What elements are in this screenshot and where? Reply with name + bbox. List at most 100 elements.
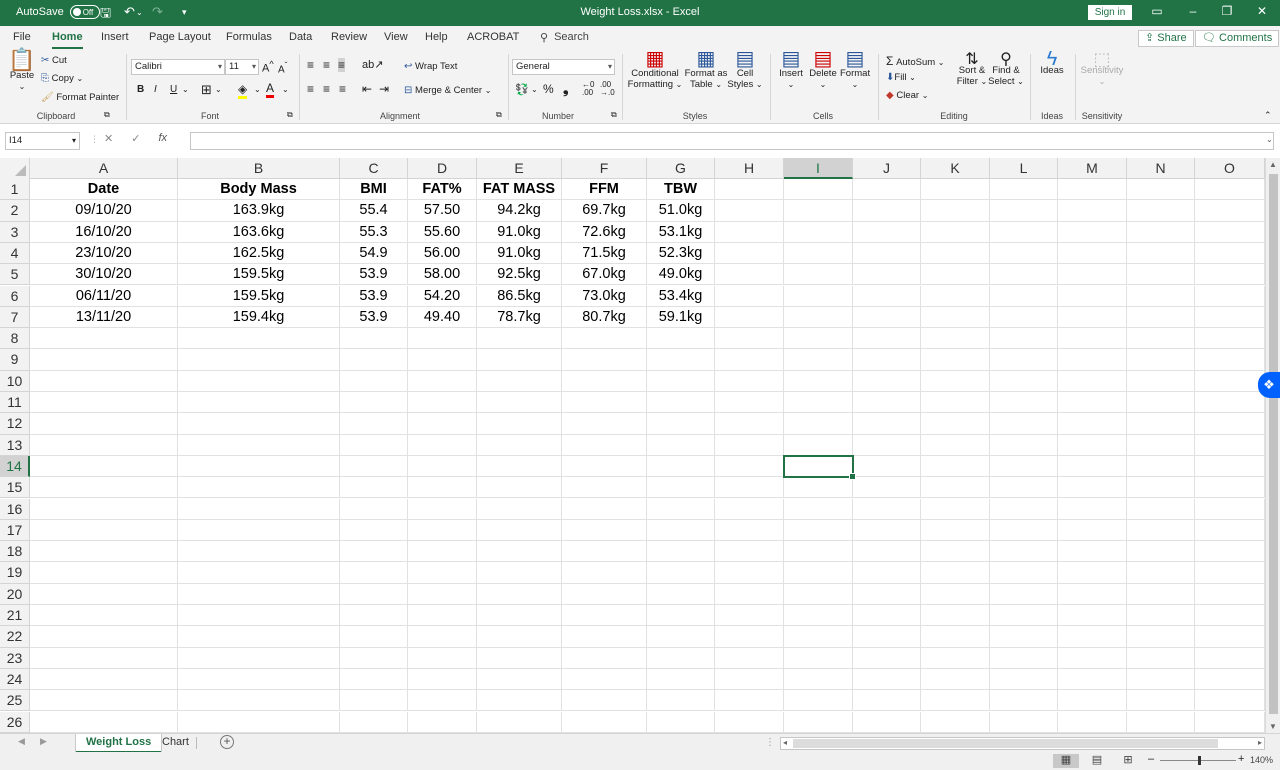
cell-o3[interactable] — [1195, 221, 1265, 243]
cell-n7[interactable] — [1127, 306, 1195, 329]
column-header-k[interactable]: K — [921, 158, 990, 179]
fill-color-icon[interactable]: ◈ — [238, 82, 248, 99]
cell-d10[interactable] — [408, 370, 477, 392]
format-painter-button[interactable]: 🖌 Format Painter — [41, 92, 119, 103]
orientation-icon[interactable]: ab↗ — [362, 58, 383, 71]
cell-styles-button[interactable]: ▤ Cell Styles ⌄ — [727, 49, 763, 90]
cell-m22[interactable] — [1058, 626, 1127, 648]
cell-j20[interactable] — [853, 583, 921, 605]
cell-g12[interactable] — [647, 413, 715, 435]
insert-cells-button[interactable]: ▤ Insert ⌄ — [776, 49, 806, 90]
cell-g22[interactable] — [647, 626, 715, 648]
decrease-indent-icon[interactable]: ⇤ — [362, 82, 372, 96]
cell-c14[interactable] — [340, 455, 408, 478]
normal-view-icon[interactable]: ▦ — [1053, 754, 1079, 768]
cell-c15[interactable] — [340, 477, 408, 499]
cell-k1[interactable] — [921, 179, 990, 201]
cell-b9[interactable] — [178, 349, 340, 371]
cell-a10[interactable] — [30, 370, 178, 392]
cell-l15[interactable] — [990, 477, 1058, 499]
column-header-g[interactable]: G — [647, 158, 715, 179]
cell-e4[interactable]: 91.0kg — [477, 242, 562, 265]
row-header[interactable]: 9 — [0, 349, 30, 371]
share-button[interactable]: ⇪ Share — [1138, 30, 1194, 47]
cell-f19[interactable] — [562, 562, 647, 584]
cell-o25[interactable] — [1195, 690, 1265, 712]
name-box[interactable]: I14 ▾ — [5, 132, 80, 150]
sort-filter-button[interactable]: ⇅ Sort & Filter ⌄ — [955, 52, 989, 88]
cell-n9[interactable] — [1127, 349, 1195, 371]
cell-c5[interactable]: 53.9 — [340, 264, 408, 286]
cell-l9[interactable] — [990, 349, 1058, 371]
cell-k4[interactable] — [921, 242, 990, 265]
formula-input[interactable] — [190, 132, 1274, 150]
cell-d4[interactable]: 56.00 — [408, 242, 477, 265]
row-header[interactable]: 25 — [0, 690, 30, 712]
row-header[interactable]: 3 — [0, 221, 30, 243]
cell-d25[interactable] — [408, 690, 477, 712]
cell-i2[interactable] — [784, 200, 853, 222]
undo-icon[interactable]: ↶ — [124, 4, 135, 20]
cell-n6[interactable] — [1127, 285, 1195, 307]
cell-a18[interactable] — [30, 541, 178, 563]
cell-b10[interactable] — [178, 370, 340, 392]
cell-l11[interactable] — [990, 392, 1058, 414]
cell-c21[interactable] — [340, 605, 408, 627]
cell-h1[interactable] — [715, 179, 784, 201]
cell-b4[interactable]: 162.5kg — [178, 242, 340, 265]
merge-center-button[interactable]: ⊟ Merge & Center ⌄ — [404, 85, 491, 96]
cell-k11[interactable] — [921, 392, 990, 414]
increase-decimal-icon[interactable]: ←0.00 — [582, 81, 594, 97]
cell-n20[interactable] — [1127, 583, 1195, 605]
cell-h3[interactable] — [715, 221, 784, 243]
cell-e24[interactable] — [477, 668, 562, 691]
cell-n14[interactable] — [1127, 455, 1195, 478]
row-header[interactable]: 4 — [0, 242, 30, 265]
cell-o26[interactable] — [1195, 711, 1265, 733]
cell-i24[interactable] — [784, 668, 853, 691]
borders-icon[interactable]: ⊞ — [201, 82, 212, 98]
cell-g21[interactable] — [647, 605, 715, 627]
cell-m15[interactable] — [1058, 477, 1127, 499]
row-header[interactable]: 26 — [0, 711, 30, 733]
close-icon[interactable]: ✕ — [1252, 4, 1272, 18]
cell-c3[interactable]: 55.3 — [340, 221, 408, 243]
cell-g18[interactable] — [647, 541, 715, 563]
cell-e13[interactable] — [477, 434, 562, 456]
cell-d23[interactable] — [408, 647, 477, 669]
cell-d18[interactable] — [408, 541, 477, 563]
cell-i23[interactable] — [784, 647, 853, 669]
cell-i8[interactable] — [784, 328, 853, 350]
cell-h17[interactable] — [715, 519, 784, 542]
cell-l5[interactable] — [990, 264, 1058, 286]
cell-n8[interactable] — [1127, 328, 1195, 350]
zoom-out-icon[interactable]: – — [1148, 753, 1154, 765]
cell-j2[interactable] — [853, 200, 921, 222]
cell-k24[interactable] — [921, 668, 990, 691]
cell-j3[interactable] — [853, 221, 921, 243]
cell-l12[interactable] — [990, 413, 1058, 435]
cell-o13[interactable] — [1195, 434, 1265, 456]
cell-k10[interactable] — [921, 370, 990, 392]
cell-n10[interactable] — [1127, 370, 1195, 392]
cell-i11[interactable] — [784, 392, 853, 414]
cell-o14[interactable] — [1195, 455, 1265, 478]
cell-f16[interactable] — [562, 498, 647, 520]
cell-f11[interactable] — [562, 392, 647, 414]
cell-j15[interactable] — [853, 477, 921, 499]
cell-d13[interactable] — [408, 434, 477, 456]
cell-l26[interactable] — [990, 711, 1058, 733]
scroll-up-icon[interactable]: ▲ — [1269, 160, 1277, 169]
cell-g11[interactable] — [647, 392, 715, 414]
cell-a1[interactable]: Date — [30, 179, 178, 201]
cell-a3[interactable]: 16/10/20 — [30, 221, 178, 243]
cell-a6[interactable]: 06/11/20 — [30, 285, 178, 307]
cell-m1[interactable] — [1058, 179, 1127, 201]
cell-f8[interactable] — [562, 328, 647, 350]
cell-c24[interactable] — [340, 668, 408, 691]
cell-o19[interactable] — [1195, 562, 1265, 584]
cell-j1[interactable] — [853, 179, 921, 201]
add-sheet-icon[interactable]: + — [220, 735, 234, 749]
cell-h9[interactable] — [715, 349, 784, 371]
cell-n24[interactable] — [1127, 668, 1195, 691]
